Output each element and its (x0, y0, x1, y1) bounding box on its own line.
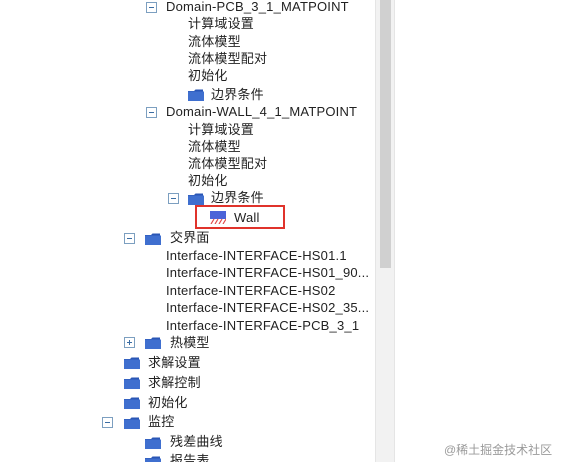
collapse-toggle-icon[interactable] (124, 233, 135, 244)
tree-item-domain-wall[interactable]: Domain-WALL_4_1_MATPOINT (166, 103, 357, 121)
highlight-box (195, 205, 285, 229)
tree-item-solver-control[interactable]: 求解控制 (148, 374, 201, 392)
tree-item-pcb-boundary[interactable]: 边界条件 (211, 86, 264, 104)
tree-item-pcb-domain-settings[interactable]: 计算域设置 (188, 15, 254, 33)
tree-item-initialization[interactable]: 初始化 (148, 394, 188, 412)
watermark: @稀土掘金技术社区 (444, 443, 553, 457)
tree-item-residual-curve[interactable]: 残差曲线 (170, 433, 223, 451)
tree-item-interface[interactable]: Interface-INTERFACE-HS01_90... (166, 264, 369, 282)
folder-icon (145, 456, 161, 462)
tree-item-interface[interactable]: Interface-INTERFACE-HS01.1 (166, 247, 347, 265)
tree-item-monitor[interactable]: 监控 (148, 413, 174, 431)
tree-item-wall-initialization[interactable]: 初始化 (188, 172, 228, 190)
tree-item-wall-fluid-model[interactable]: 流体模型 (188, 138, 241, 156)
project-tree: Domain-PCB_3_1_MATPOINT 计算域设置 流体模型 流体模型配… (0, 0, 375, 462)
tree-item-interface[interactable]: Interface-INTERFACE-PCB_3_1 (166, 317, 359, 335)
tree-item-solver-settings[interactable]: 求解设置 (148, 354, 201, 372)
tree-item-wall-domain-settings[interactable]: 计算域设置 (188, 121, 254, 139)
tree-item-report-table[interactable]: 报告表 (170, 452, 210, 462)
folder-icon (188, 89, 204, 101)
folder-icon (188, 193, 204, 205)
folder-icon (124, 417, 140, 429)
tree-item-wall-fluid-pairing[interactable]: 流体模型配对 (188, 155, 267, 173)
scrollbar-thumb[interactable] (380, 0, 391, 268)
tree-item-interfaces[interactable]: 交界面 (170, 229, 210, 247)
vertical-scrollbar[interactable] (375, 0, 395, 462)
folder-icon (124, 357, 140, 369)
tree-item-interface[interactable]: Interface-INTERFACE-HS02_35... (166, 299, 369, 317)
tree-item-domain-pcb[interactable]: Domain-PCB_3_1_MATPOINT (166, 0, 349, 16)
folder-icon (124, 377, 140, 389)
collapse-toggle-icon[interactable] (146, 107, 157, 118)
collapse-toggle-icon[interactable] (102, 417, 113, 428)
project-tree-window: Domain-PCB_3_1_MATPOINT 计算域设置 流体模型 流体模型配… (0, 0, 570, 462)
expand-toggle-icon[interactable] (124, 337, 135, 348)
collapse-toggle-icon[interactable] (146, 2, 157, 13)
folder-icon (145, 337, 161, 349)
collapse-toggle-icon[interactable] (168, 193, 179, 204)
tree-item-thermal-model[interactable]: 热模型 (170, 334, 210, 352)
tree-item-interface[interactable]: Interface-INTERFACE-HS02 (166, 282, 336, 300)
tree-item-pcb-fluid-model[interactable]: 流体模型 (188, 33, 241, 51)
folder-icon (145, 437, 161, 449)
folder-icon (124, 397, 140, 409)
tree-item-pcb-fluid-pairing[interactable]: 流体模型配对 (188, 50, 267, 68)
folder-icon (145, 233, 161, 245)
tree-item-pcb-initialization[interactable]: 初始化 (188, 67, 228, 85)
